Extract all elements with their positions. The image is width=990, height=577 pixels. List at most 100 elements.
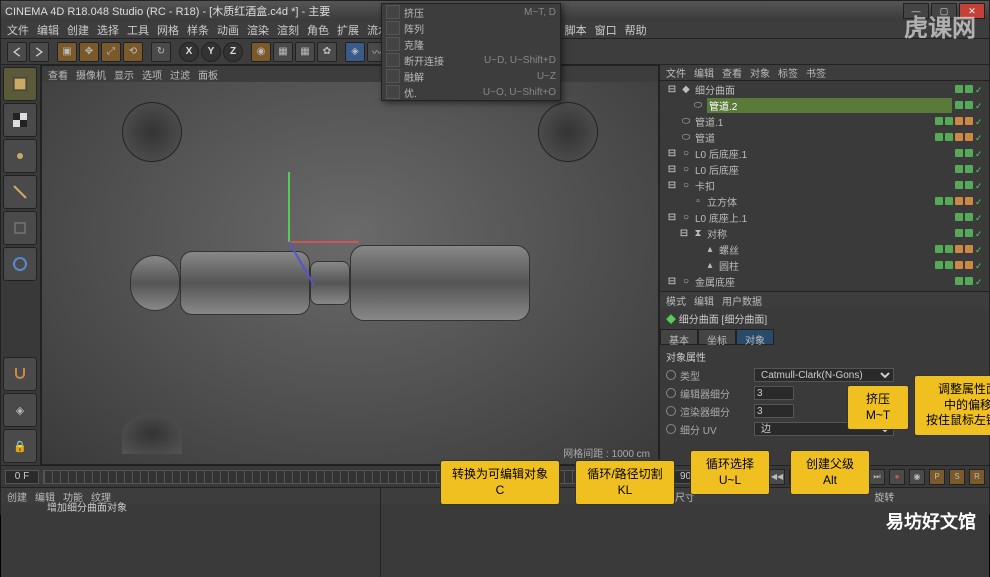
coord-tab[interactable]: 旋转 (874, 489, 894, 504)
viewport[interactable]: 查看摄像机显示选项过滤面板 透视视图 网格间距 : 1000 cm (41, 65, 659, 465)
tree-row[interactable]: ⬭管道.2✓ (660, 97, 989, 113)
render-settings[interactable]: ✿ (317, 42, 337, 62)
coord-system[interactable]: ◉ (251, 42, 271, 62)
vptab[interactable]: 摄像机 (76, 67, 106, 82)
left-toolstrip: ◈ 🔒 (1, 65, 41, 465)
attr-tab[interactable]: 用户数据 (722, 293, 762, 308)
render-view[interactable]: ▦ (273, 42, 293, 62)
recent-tool[interactable]: ↻ (151, 42, 171, 62)
prev-key[interactable]: ◀◀ (769, 469, 785, 485)
ctx-item[interactable]: 优.U~O, U~Shift+O (382, 84, 560, 100)
ctx-item[interactable]: 阵列 (382, 20, 560, 36)
tree-row[interactable]: ⊟○L0 底座上.1✓ (660, 209, 989, 225)
menu-工具[interactable]: 工具 (127, 22, 149, 38)
menu-网格[interactable]: 网格 (157, 22, 179, 38)
om-tab[interactable]: 书签 (806, 65, 826, 80)
autokey[interactable]: ◉ (909, 469, 925, 485)
vptab[interactable]: 面板 (198, 67, 218, 82)
menu-动画[interactable]: 动画 (217, 22, 239, 38)
attr-tab[interactable]: 编辑 (694, 293, 714, 308)
object-manager-tabs: 文件编辑查看对象标签书签 (660, 65, 989, 81)
undo-button[interactable] (7, 42, 27, 62)
move-tool[interactable]: ✥ (79, 42, 99, 62)
statusbar: 增加细分曲面对象 (41, 498, 133, 514)
rotate-tool[interactable]: ⟲ (123, 42, 143, 62)
go-end[interactable]: ⏭ (869, 469, 885, 485)
context-menu[interactable]: 挤压M~T, D阵列克隆断开连接U~D, U~Shift+D融解U~Z优.U~O… (381, 3, 561, 101)
menu-文件[interactable]: 文件 (7, 22, 29, 38)
snap-toggle[interactable] (3, 357, 37, 391)
menu-窗口[interactable]: 窗口 (595, 22, 617, 38)
annotation: 循环选择U~L (690, 450, 770, 495)
annotation: 转换为可编辑对象C (440, 460, 560, 505)
viewport-3d[interactable] (42, 82, 658, 464)
vptab[interactable]: 选项 (142, 67, 162, 82)
workplane[interactable]: ◈ (3, 393, 37, 427)
om-tab[interactable]: 编辑 (694, 65, 714, 80)
vptab[interactable]: 显示 (114, 67, 134, 82)
model-mode[interactable] (3, 67, 37, 101)
ctx-item[interactable]: 挤压M~T, D (382, 4, 560, 20)
viewport-tabs: 查看摄像机显示选项过滤面板 (42, 66, 658, 82)
attr-subtab[interactable]: 坐标 (698, 329, 736, 345)
annotation: 创建父级Alt (790, 450, 870, 495)
scale-tool[interactable]: ⤢ (101, 42, 121, 62)
render-pv[interactable]: ▦ (295, 42, 315, 62)
menu-脚本[interactable]: 脚本 (565, 22, 587, 38)
attr-select[interactable]: Catmull-Clark(N-Gons) (754, 368, 894, 382)
vptab[interactable]: 过滤 (170, 67, 190, 82)
menu-渲染[interactable]: 渲染 (247, 22, 269, 38)
tree-row[interactable]: ▫立方体✓ (660, 193, 989, 209)
menu-编辑[interactable]: 编辑 (37, 22, 59, 38)
mat-tab[interactable]: 创建 (7, 489, 27, 504)
ctx-item[interactable]: 融解U~Z (382, 68, 560, 84)
z-axis-lock[interactable]: Z (223, 42, 243, 62)
cube-primitive[interactable]: ◈ (345, 42, 365, 62)
ctx-item[interactable]: 断开连接U~D, U~Shift+D (382, 52, 560, 68)
tree-row[interactable]: ⊟◆细分曲面✓ (660, 81, 989, 97)
timeline-start[interactable] (5, 470, 39, 484)
menu-角色[interactable]: 角色 (307, 22, 329, 38)
x-axis-lock[interactable]: X (179, 42, 199, 62)
om-tab[interactable]: 标签 (778, 65, 798, 80)
tree-row[interactable]: ⊟○L0 后底座.1✓ (660, 145, 989, 161)
poly-mode[interactable] (3, 211, 37, 245)
attr-subtab[interactable]: 对象 (736, 329, 774, 345)
select-tool[interactable]: ▣ (57, 42, 77, 62)
menu-扩展[interactable]: 扩展 (337, 22, 359, 38)
attr-tab[interactable]: 模式 (666, 293, 686, 308)
key-pos[interactable]: P (929, 469, 945, 485)
tree-row[interactable]: ⬭管道✓ (660, 129, 989, 145)
om-tab[interactable]: 查看 (722, 65, 742, 80)
menu-渲刻[interactable]: 渲刻 (277, 22, 299, 38)
attr-input[interactable] (754, 404, 794, 418)
menu-样条[interactable]: 样条 (187, 22, 209, 38)
redo-button[interactable] (29, 42, 49, 62)
attr-input[interactable] (754, 386, 794, 400)
ctx-item[interactable]: 克隆 (382, 36, 560, 52)
menu-帮助[interactable]: 帮助 (625, 22, 647, 38)
axis-mode[interactable] (3, 247, 37, 281)
tree-row[interactable]: ⊟○金属底座✓ (660, 273, 989, 289)
lock-icon[interactable]: 🔒 (3, 429, 37, 463)
tree-row[interactable]: ▴螺丝✓ (660, 241, 989, 257)
menu-选择[interactable]: 选择 (97, 22, 119, 38)
om-tab[interactable]: 对象 (750, 65, 770, 80)
texture-mode[interactable] (3, 103, 37, 137)
key-rot[interactable]: R (969, 469, 985, 485)
menu-创建[interactable]: 创建 (67, 22, 89, 38)
y-axis-lock[interactable]: Y (201, 42, 221, 62)
tree-row[interactable]: ⊟○卡扣✓ (660, 177, 989, 193)
tree-row[interactable]: ⊟⧗对称✓ (660, 225, 989, 241)
attr-subtab[interactable]: 基本 (660, 329, 698, 345)
tree-row[interactable]: ▴圆柱✓ (660, 257, 989, 273)
tree-row[interactable]: ⬭管道.1✓ (660, 113, 989, 129)
om-tab[interactable]: 文件 (666, 65, 686, 80)
edge-mode[interactable] (3, 175, 37, 209)
object-tree[interactable]: ⊟◆细分曲面✓⬭管道.2✓⬭管道.1✓⬭管道✓⊟○L0 后底座.1✓⊟○L0 后… (660, 81, 989, 291)
point-mode[interactable] (3, 139, 37, 173)
tree-row[interactable]: ⊟○L0 后底座✓ (660, 161, 989, 177)
record-button[interactable]: ● (889, 469, 905, 485)
key-scale[interactable]: S (949, 469, 965, 485)
vptab[interactable]: 查看 (48, 67, 68, 82)
